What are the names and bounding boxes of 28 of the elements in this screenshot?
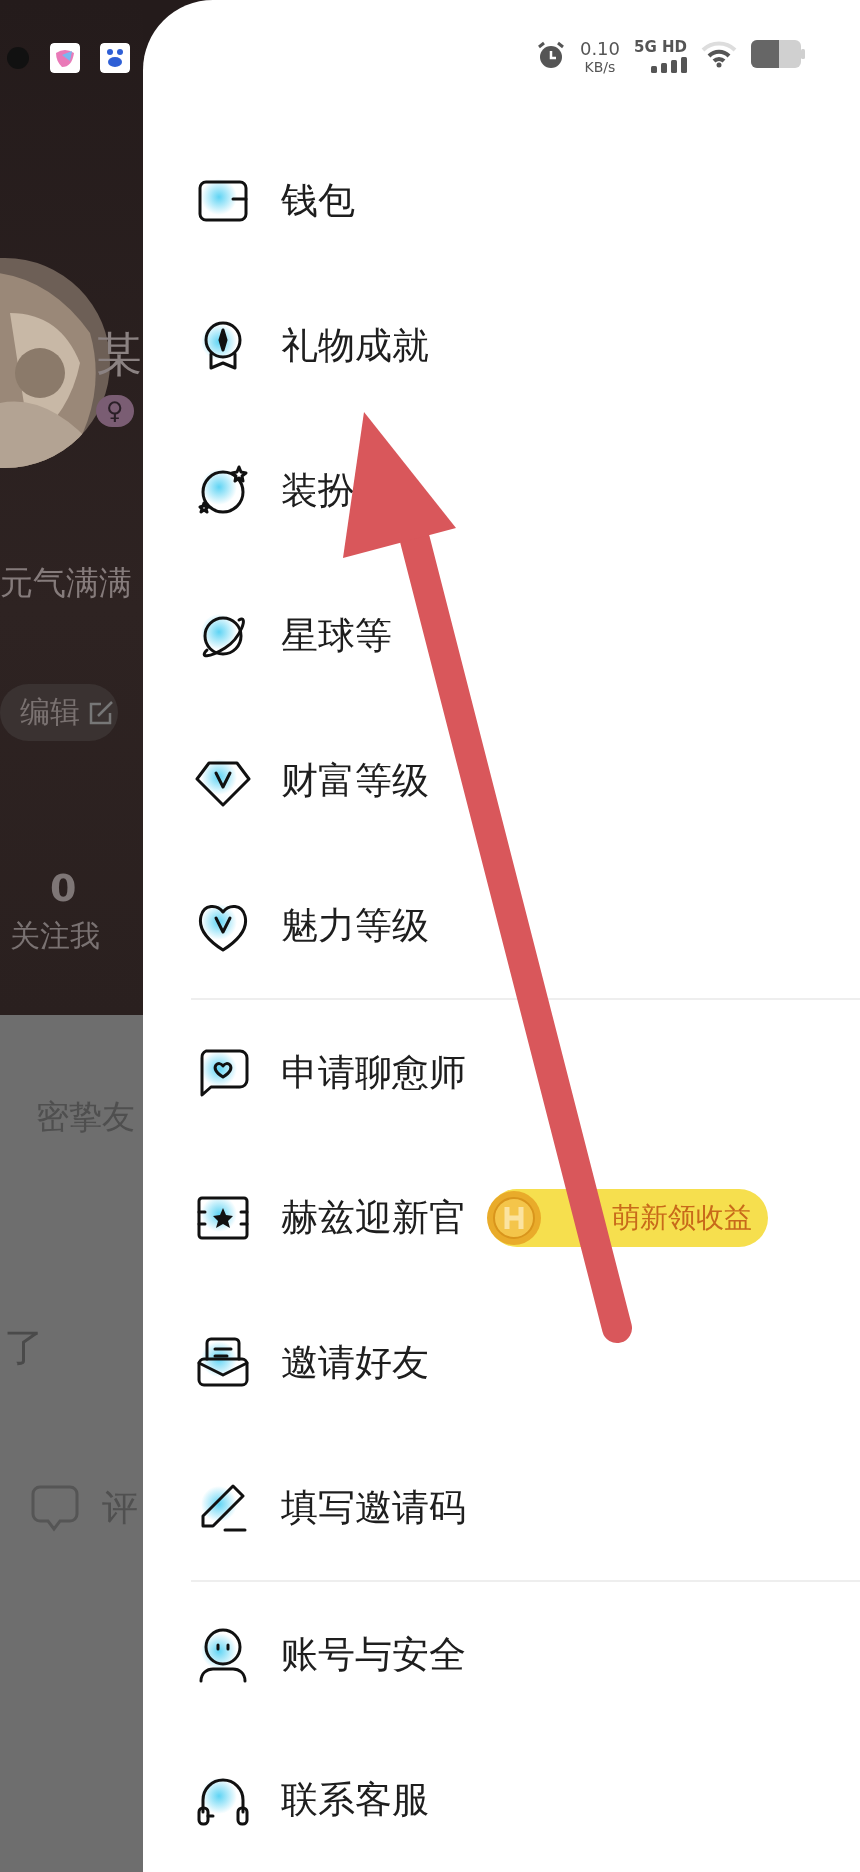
- menu-item[interactable]: 魅力等级: [281, 900, 429, 951]
- comment-icon[interactable]: [30, 1483, 80, 1533]
- menu-item[interactable]: 星球等: [281, 610, 392, 661]
- menu-item[interactable]: 邀请好友: [281, 1337, 429, 1388]
- edit-icon: [88, 699, 114, 726]
- wifi-icon: [701, 40, 737, 68]
- coin-icon: [486, 1189, 542, 1246]
- stat-value: 0: [50, 866, 77, 910]
- alarm-icon: [535, 40, 566, 70]
- user-bio: 元气满满: [0, 562, 132, 604]
- speed-value: 0.10: [579, 40, 620, 58]
- menu-item[interactable]: 联系客服: [281, 1774, 429, 1825]
- menu-item[interactable]: 礼物成就: [281, 320, 429, 371]
- menu-item[interactable]: 填写邀请码: [281, 1482, 466, 1533]
- menu-item[interactable]: 赫兹迎新官: [281, 1192, 466, 1243]
- speed-unit: KB/s: [584, 60, 616, 74]
- menu-item[interactable]: 财富等级: [281, 755, 429, 806]
- paw-app-icon[interactable]: [100, 43, 130, 73]
- network-label: 5G HD: [634, 40, 687, 55]
- gender-badge: ♀: [96, 395, 134, 427]
- menu-item[interactable]: 装扮: [281, 465, 355, 516]
- menu-item[interactable]: 账号与安全: [281, 1629, 466, 1680]
- menu-item[interactable]: 申请聊愈师: [281, 1047, 466, 1098]
- app-icon[interactable]: [50, 43, 80, 73]
- stat-label: 关注我: [10, 917, 100, 955]
- battery-icon: [751, 40, 805, 68]
- menu-item[interactable]: 钱包: [281, 175, 355, 226]
- signal-icon: [651, 57, 687, 73]
